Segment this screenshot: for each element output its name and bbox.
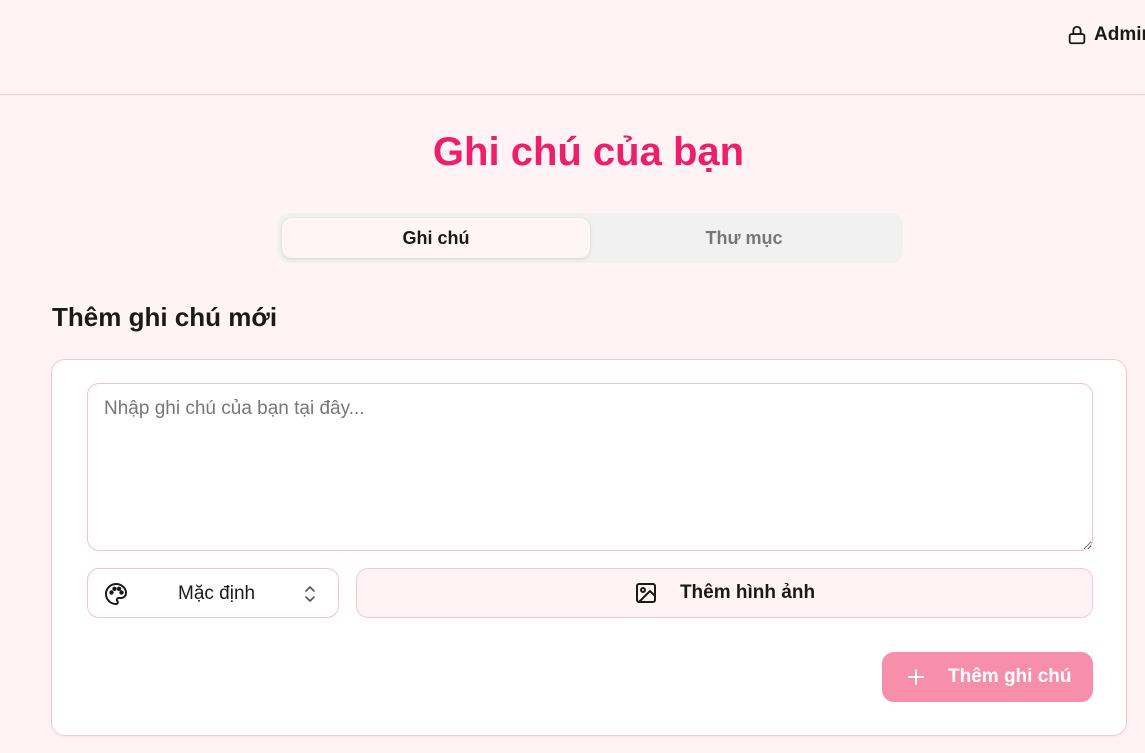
tab-notes[interactable]: Ghi chú bbox=[282, 218, 590, 258]
tab-folders[interactable]: Thư mục bbox=[590, 218, 898, 258]
lock-icon bbox=[1068, 25, 1086, 45]
color-select[interactable]: Mặc định bbox=[87, 568, 339, 618]
add-note-button[interactable]: Thêm ghi chú bbox=[882, 652, 1093, 702]
admin-login-link[interactable]: Admin bbox=[1066, 24, 1145, 46]
image-icon bbox=[635, 583, 656, 603]
new-note-heading: Thêm ghi chú mới bbox=[52, 302, 278, 332]
add-image-button[interactable]: Thêm hình ảnh bbox=[356, 568, 1093, 618]
page-title: Ghi chú của bạn bbox=[432, 130, 745, 174]
add-image-label: Thêm hình ảnh bbox=[679, 582, 816, 603]
add-note-label: Thêm ghi chú bbox=[948, 666, 1072, 687]
plus-icon bbox=[908, 669, 924, 685]
tab-bar: Ghi chú Thư mục bbox=[277, 213, 903, 263]
chevron-up-down-icon bbox=[305, 586, 315, 602]
palette-icon bbox=[105, 583, 127, 605]
color-select-value: Mặc định bbox=[178, 583, 256, 604]
new-note-card: Mặc định Thêm hình ảnh Thêm ghi chú bbox=[51, 359, 1127, 736]
note-textarea[interactable] bbox=[87, 383, 1093, 551]
admin-label: Admin bbox=[1094, 24, 1145, 45]
top-header: Admin bbox=[0, 0, 1145, 95]
